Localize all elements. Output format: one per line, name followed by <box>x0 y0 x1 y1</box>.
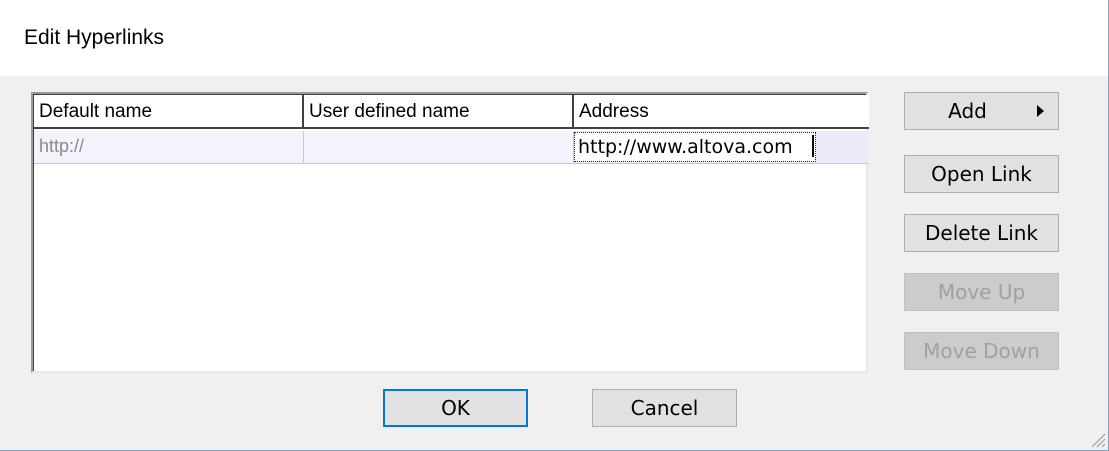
address-edit-text: http://www.altova.com <box>578 136 793 158</box>
address-edit-field[interactable]: http://www.altova.com <box>574 132 816 162</box>
column-header-default-name[interactable]: Default name <box>34 95 304 129</box>
cell-user-defined-name[interactable] <box>304 131 574 164</box>
right-arrow-icon <box>1037 105 1044 117</box>
text-caret <box>812 135 814 157</box>
open-link-button[interactable]: Open Link <box>904 155 1059 193</box>
cell-address[interactable]: http://www.altova.com <box>574 131 869 164</box>
add-button-label: Add <box>948 99 987 123</box>
grid-header: Default name User defined name Address <box>34 95 869 131</box>
edit-hyperlinks-dialog: Edit Hyperlinks Default name User define… <box>0 0 1109 451</box>
add-button[interactable]: Add <box>904 92 1059 130</box>
hyperlinks-grid[interactable]: Default name User defined name Address h… <box>31 92 869 373</box>
grid-body: Default name User defined name Address h… <box>33 94 869 371</box>
cell-default-name[interactable]: http:// <box>34 131 304 164</box>
ok-button[interactable]: OK <box>383 389 528 427</box>
cancel-button[interactable]: Cancel <box>592 389 737 427</box>
move-down-button[interactable]: Move Down <box>904 332 1059 370</box>
column-header-address[interactable]: Address <box>574 95 869 129</box>
move-up-button[interactable]: Move Up <box>904 273 1059 311</box>
title-bar[interactable]: Edit Hyperlinks <box>0 0 1108 76</box>
table-row[interactable]: http:// http://www.altova.com <box>34 131 869 164</box>
resize-grip-icon[interactable] <box>1088 430 1106 448</box>
dialog-title: Edit Hyperlinks <box>24 26 165 49</box>
delete-link-button[interactable]: Delete Link <box>904 214 1059 252</box>
column-header-user-defined-name[interactable]: User defined name <box>304 95 574 129</box>
dialog-client-area: Default name User defined name Address h… <box>0 76 1108 450</box>
